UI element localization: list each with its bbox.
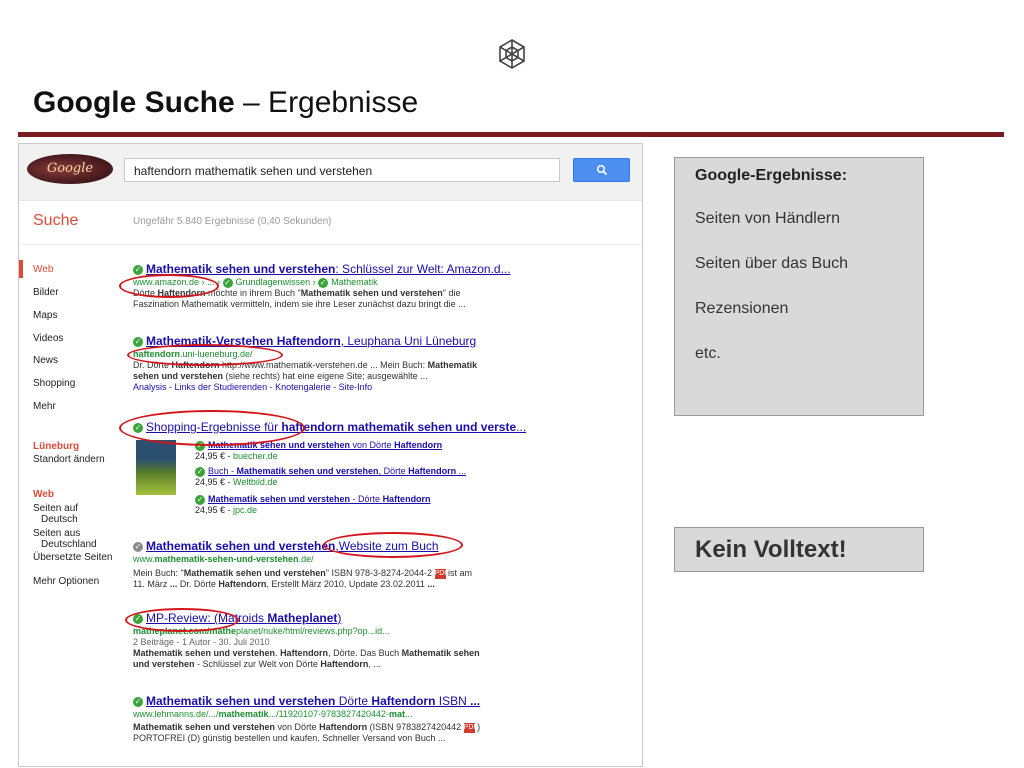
shopping-item: ✓ Mathematik sehen und verstehen - Dörte …: [195, 494, 431, 516]
result-url: www.lehmanns.de/.../mathematik.../119201…: [133, 709, 413, 719]
result-sitelinks[interactable]: Analysis - Links der Studierenden - Knot…: [133, 382, 553, 393]
nav-item-news[interactable]: News: [33, 355, 58, 366]
nav-item-web[interactable]: Web: [33, 264, 53, 275]
pdf-icon: PDF: [434, 568, 449, 579]
search-button[interactable]: [573, 158, 630, 182]
nav-item-mehr[interactable]: Mehr: [33, 401, 56, 412]
verified-check-icon: ✓: [133, 336, 143, 347]
filter-pages-from[interactable]: Seiten aus: [33, 528, 80, 539]
shopping-item-link[interactable]: ✓ Mathematik sehen und verstehen - Dörte …: [195, 494, 431, 505]
search-input[interactable]: haftendorn mathematik sehen und verstehe…: [124, 158, 560, 182]
result-snippet: Mathematik sehen und verstehen. Haftendo…: [133, 648, 480, 669]
more-options-link[interactable]: Mehr Optionen: [33, 576, 99, 587]
verified-check-icon: ✓: [195, 466, 205, 477]
filter-pages-in-lang[interactable]: Deutsch: [41, 514, 78, 525]
annotation-oval-website: [323, 532, 463, 558]
book-cover-thumbnail[interactable]: [136, 440, 176, 495]
filter-pages-from-country[interactable]: Deutschland: [41, 539, 97, 550]
filter-pages-in[interactable]: Seiten auf: [33, 503, 78, 514]
google-topbar: Google haftendorn mathematik sehen und v…: [19, 144, 642, 201]
nav-item-shopping[interactable]: Shopping: [33, 378, 75, 389]
callout-heading: Google-Ergebnisse:: [695, 167, 848, 184]
result-meta: 2 Beiträge - 1 Autor - 30. Juli 2010: [133, 637, 270, 647]
shopping-item-price: 24,95 € - Weltbild.de: [195, 477, 278, 487]
callout-no-fulltext: Kein Volltext!: [674, 527, 924, 572]
callout-text: Kein Volltext!: [695, 536, 847, 563]
callout-results-types: Google-Ergebnisse: Seiten von Händlern S…: [674, 157, 924, 416]
annotation-oval-mp-review: [125, 608, 239, 632]
result-snippet: Mein Buch: "Mathematik sehen und versteh…: [133, 568, 473, 589]
verified-check-icon: ✓: [222, 277, 233, 288]
header-separator: [19, 244, 642, 245]
slide-title: Google Suche – Ergebnisse: [33, 86, 419, 119]
network-cube-icon: [499, 39, 525, 69]
web-filter-heading: Web: [33, 489, 54, 500]
annotation-oval-uni: [127, 344, 283, 366]
nav-item-bilder[interactable]: Bilder: [33, 287, 59, 298]
google-screenshot: Google haftendorn mathematik sehen und v…: [18, 143, 643, 767]
google-doodle-logo[interactable]: Google: [27, 154, 113, 184]
title-divider: [18, 132, 1004, 137]
suche-label: Suche: [33, 212, 79, 229]
search-result: ✓ Mathematik sehen und verstehen Dörte Ha…: [133, 694, 553, 744]
result-stats: Ungefähr 5.840 Ergebnisse (0,40 Sekunden…: [133, 216, 332, 227]
annotation-oval-amazon: [119, 274, 219, 298]
change-location-link[interactable]: Standort ändern: [33, 454, 105, 465]
callout-line: Seiten von Händlern: [695, 210, 840, 227]
pdf-icon: PDF: [463, 722, 478, 733]
callout-line: Seiten über das Buch: [695, 255, 848, 272]
result-title-link[interactable]: ✓ Mathematik sehen und verstehen Dörte Ha…: [133, 694, 553, 709]
verified-check-icon: ✓: [318, 277, 329, 288]
nav-item-videos[interactable]: Videos: [33, 333, 63, 344]
nav-active-indicator: [19, 260, 23, 278]
verified-check-icon: ✓: [133, 541, 143, 552]
result-snippet: Mathematik sehen und verstehen von Dörte…: [133, 722, 481, 743]
filter-translated[interactable]: Übersetzte Seiten: [33, 552, 113, 563]
callout-line: Rezensionen: [695, 300, 789, 317]
result-title-link[interactable]: ✓ Mathematik sehen und verstehen: Schlüss…: [133, 262, 553, 277]
callout-line: etc.: [695, 345, 721, 362]
search-icon: [596, 164, 608, 176]
shopping-item-price: 24,95 € - jpc.de: [195, 505, 258, 515]
result-url: www.mathematik-sehen-und-verstehen.de/: [133, 554, 314, 564]
verified-check-icon: ✓: [195, 494, 205, 505]
shopping-item: ✓ Buch - Mathematik sehen und verstehen, …: [195, 466, 466, 488]
nav-item-maps[interactable]: Maps: [33, 310, 57, 321]
location-heading: Lüneburg: [33, 441, 80, 452]
shopping-item-price: 24,95 € - buecher.de: [195, 451, 278, 461]
verified-check-icon: ✓: [133, 264, 143, 275]
shopping-item-link[interactable]: ✓ Buch - Mathematik sehen und verstehen, …: [195, 466, 466, 477]
annotation-oval-shopping: [119, 410, 305, 446]
verified-check-icon: ✓: [133, 696, 143, 707]
